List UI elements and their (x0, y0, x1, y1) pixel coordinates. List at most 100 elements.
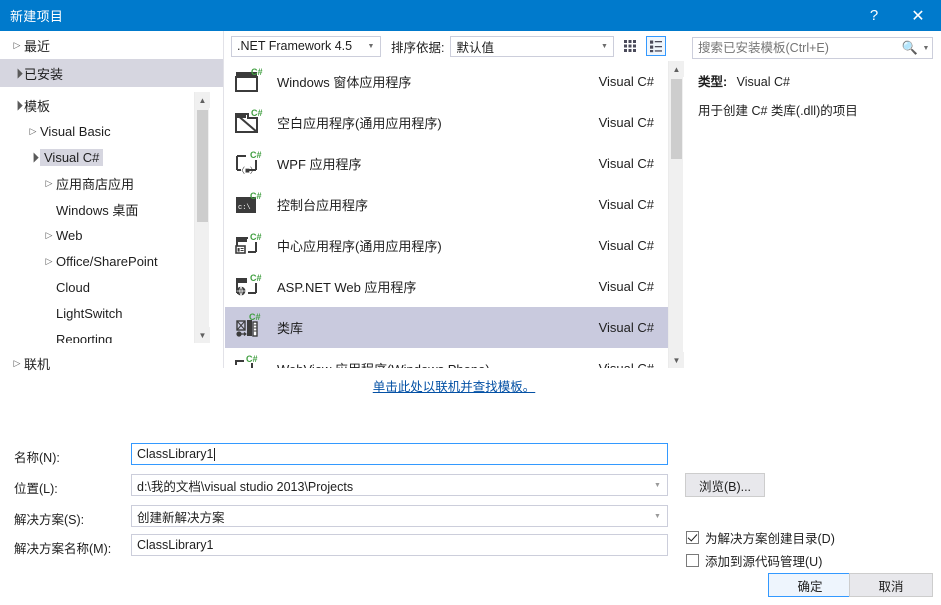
sidebar-item-web[interactable]: Web (0, 222, 208, 248)
framework-select[interactable]: .NET Framework 4.5 ▼ (231, 35, 381, 57)
template-list-scrollbar[interactable]: ▲ ▼ (668, 61, 684, 368)
template-lang: Visual C# (598, 279, 654, 294)
template-type-label: 类型: (698, 75, 728, 89)
chevron-right-icon (10, 41, 24, 50)
template-name: 中心应用程序(通用应用程序) (277, 239, 442, 254)
template-lang: Visual C# (598, 238, 654, 253)
sidebar-item-label: 已安装 (24, 66, 64, 82)
help-icon[interactable]: ? (853, 0, 895, 31)
sort-value: 默认值 (456, 40, 494, 55)
chevron-right-icon (26, 127, 40, 136)
sidebar-item-office-sharepoint[interactable]: Office/SharePoint (0, 248, 208, 274)
sidebar-item-templates[interactable]: 模板 (0, 92, 208, 118)
chevron-down-icon[interactable]: ▼ (920, 45, 932, 52)
scrollbar-thumb[interactable] (197, 110, 208, 222)
template-row[interactable]: C# WebView 应用程序(Windows Phone) Visual C# (225, 348, 668, 368)
sidebar-item-recent[interactable]: 最近 (0, 31, 223, 59)
sidebar-item-reporting[interactable]: Reporting (0, 326, 208, 344)
details-pane: 🔍 ▼ 类型: Visual C# 用于创建 C# 类库(.dll)的项目 (684, 31, 941, 402)
sidebar-item-cloud[interactable]: Cloud (0, 274, 208, 300)
sidebar-item-visual-csharp[interactable]: Visual C# (0, 144, 208, 170)
template-name: Windows 窗体应用程序 (277, 75, 412, 90)
template-name: 空白应用程序(通用应用程序) (277, 116, 442, 131)
winforms-icon: C# (232, 66, 263, 97)
source-control-checkbox[interactable]: 添加到源代码管理(U) (686, 551, 822, 570)
template-row[interactable]: C# 中心应用程序(通用应用程序) Visual C# (225, 225, 668, 266)
sidebar-item-label: Web (56, 227, 83, 243)
solution-select[interactable]: 创建新解决方案 ▼ (131, 505, 668, 527)
sidebar-item-label: Reporting (56, 331, 113, 344)
sort-select[interactable]: 默认值 ▼ (450, 35, 615, 57)
online-templates-link-area: 单击此处以联机并查找模板。 (225, 368, 683, 402)
sidebar-item-label: Windows 桌面 (56, 202, 139, 218)
templates-toolbar: .NET Framework 4.5 ▼ 排序依据: 默认值 ▼ (225, 31, 683, 61)
sidebar-item-label: Office/SharePoint (56, 253, 158, 269)
template-name: ASP.NET Web 应用程序 (277, 280, 417, 295)
sidebar-item-label: 应用商店应用 (56, 176, 135, 192)
template-lang: Visual C# (598, 156, 654, 171)
template-lang: Visual C# (598, 115, 654, 130)
sidebar-item-store-apps[interactable]: 应用商店应用 (0, 170, 208, 196)
search-templates-box[interactable]: 🔍 ▼ (692, 37, 933, 59)
name-input[interactable]: ClassLibrary1 (131, 443, 668, 465)
sidebar-item-installed[interactable]: 已安装 (0, 59, 223, 87)
template-lang: Visual C# (598, 74, 654, 89)
sidebar-item-windows-desktop[interactable]: Windows 桌面 (0, 196, 208, 222)
templates-tree-pane: 最近 已安装 模板 Visual Basic (0, 31, 224, 372)
chevron-down-icon: ▼ (367, 42, 375, 50)
create-directory-checkbox[interactable]: 为解决方案创建目录(D) (686, 528, 835, 547)
sidebar-item-visual-basic[interactable]: Visual Basic (0, 118, 208, 144)
template-row[interactable]: c:\ C# 控制台应用程序 Visual C# (225, 184, 668, 225)
scroll-up-icon[interactable]: ▲ (669, 61, 684, 77)
webview-icon: C# (232, 353, 263, 368)
ok-button[interactable]: 确定 (768, 573, 852, 597)
solution-value: 创建新解决方案 (137, 510, 225, 525)
chevron-down-icon[interactable]: ▼ (651, 513, 664, 520)
close-icon[interactable]: ✕ (895, 0, 941, 31)
chevron-down-icon[interactable]: ▼ (651, 482, 664, 489)
svg-text:C#: C# (249, 312, 261, 322)
text-cursor (214, 447, 216, 461)
chevron-down-icon (26, 153, 40, 162)
cancel-button[interactable]: 取消 (849, 573, 933, 597)
solution-name-label: 解决方案名称(M): (14, 542, 112, 556)
grid-view-icon[interactable] (620, 36, 640, 56)
svg-text:C#: C# (250, 273, 262, 283)
list-view-icon[interactable] (646, 36, 667, 56)
browse-button[interactable]: 浏览(B)... (685, 473, 765, 497)
template-row[interactable]: C# ASP.NET Web 应用程序 Visual C# (225, 266, 668, 307)
sidebar-item-label: 联机 (24, 356, 51, 372)
solution-name-input[interactable]: ClassLibrary1 (131, 534, 668, 556)
template-type-value: Visual C# (736, 75, 790, 89)
chevron-right-icon (42, 179, 56, 188)
sidebar-item-label: Visual Basic (40, 123, 111, 139)
template-list[interactable]: C# Windows 窗体应用程序 Visual C# C# 空白应用程序(通用… (225, 61, 668, 368)
template-row[interactable]: C# Windows 窗体应用程序 Visual C# (225, 61, 668, 102)
checkbox-box[interactable] (686, 554, 699, 567)
location-input[interactable]: d:\我的文档\visual studio 2013\Projects ▼ (131, 474, 668, 496)
scroll-up-icon[interactable]: ▲ (195, 92, 210, 108)
template-details: 类型: Visual C# 用于创建 C# 类库(.dll)的项目 (684, 59, 941, 121)
tree-vertical-scrollbar[interactable]: ▲ ▼ (194, 92, 210, 343)
sidebar-item-lightswitch[interactable]: LightSwitch (0, 300, 208, 326)
scroll-down-icon[interactable]: ▼ (195, 327, 210, 343)
console-icon: c:\ C# (232, 189, 263, 220)
search-icon[interactable]: 🔍 (900, 40, 920, 56)
checkbox-box[interactable] (686, 531, 699, 544)
template-row[interactable]: C# 空白应用程序(通用应用程序) Visual C# (225, 102, 668, 143)
project-form: 名称(N): ClassLibrary1 位置(L): d:\我的文档\visu… (0, 402, 941, 605)
scrollbar-thumb[interactable] (671, 79, 682, 159)
find-templates-online-link[interactable]: 单击此处以联机并查找模板。 (373, 376, 536, 395)
template-name: 控制台应用程序 (277, 198, 369, 213)
scroll-down-icon[interactable]: ▼ (669, 352, 684, 368)
template-name: WebView 应用程序(Windows Phone) (277, 359, 599, 368)
title-bar: 新建项目 ? ✕ (0, 0, 941, 31)
sidebar-item-label: Visual C# (40, 148, 104, 166)
template-lang: Visual C# (599, 361, 654, 368)
template-name: WPF 应用程序 (277, 157, 362, 172)
search-input[interactable] (693, 40, 900, 56)
template-row-class-library[interactable]: C# 类库 Visual C# (225, 307, 668, 348)
template-row[interactable]: 〈■〉 C# WPF 应用程序 Visual C# (225, 143, 668, 184)
sidebar-item-online[interactable]: 联机 (0, 349, 223, 377)
template-lang: Visual C# (598, 320, 654, 335)
